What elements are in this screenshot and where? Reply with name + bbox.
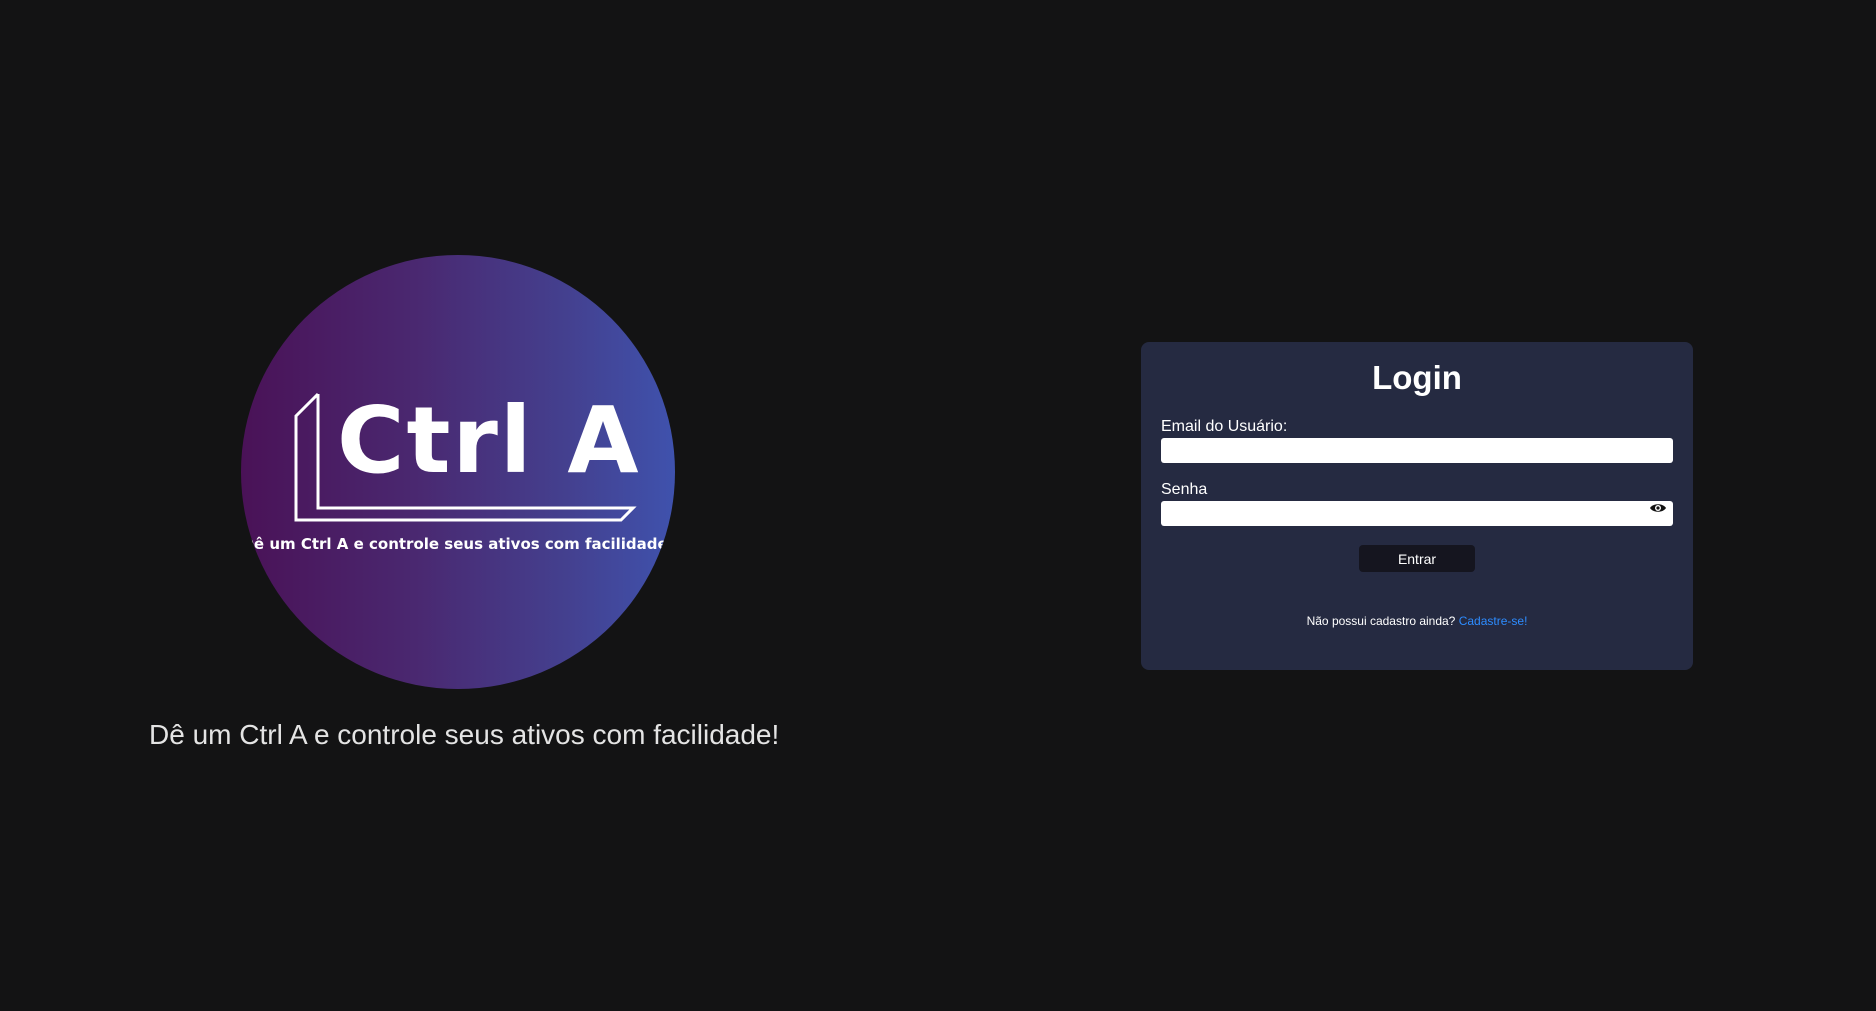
login-page: Ctrl A Dê um Ctrl A e controle seus ativ… [0, 0, 1876, 1011]
eye-icon[interactable] [1649, 501, 1667, 515]
logo-wordmark: Ctrl A [337, 387, 641, 494]
login-card: Login Email do Usuário: Senha Entrar Não… [1141, 342, 1693, 670]
register-prompt-text: Não possui cadastro ainda? [1306, 614, 1456, 628]
login-title: Login [1372, 359, 1462, 396]
logo-tagline: Dê um Ctrl A e controle seus ativos com … [241, 535, 675, 553]
email-field[interactable] [1161, 438, 1673, 463]
login-submit-button[interactable]: Entrar [1359, 545, 1475, 572]
password-field[interactable] [1161, 501, 1673, 526]
logo: Ctrl A Dê um Ctrl A e controle seus ativ… [241, 255, 675, 689]
slogan: Dê um Ctrl A e controle seus ativos com … [149, 719, 780, 750]
register-link[interactable]: Cadastre-se! [1459, 614, 1528, 628]
register-prompt: Não possui cadastro ainda? Cadastre-se! [1141, 614, 1693, 628]
email-label: Email do Usuário: [1161, 418, 1288, 435]
password-label: Senha [1161, 481, 1208, 498]
